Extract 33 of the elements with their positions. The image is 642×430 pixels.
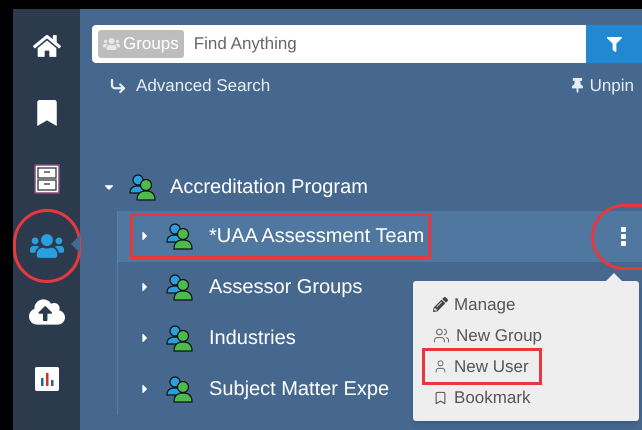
home-icon[interactable]	[32, 33, 60, 59]
menu-item[interactable]: Bookmark	[425, 382, 541, 413]
filter-icon	[606, 36, 622, 52]
pin-icon	[570, 78, 584, 94]
more-options-button[interactable]	[618, 225, 628, 247]
cloud-upload-icon[interactable]	[28, 297, 64, 327]
curved-arrow-icon	[108, 76, 128, 95]
bookmark-icon	[433, 390, 448, 406]
people-icon	[128, 172, 158, 200]
people-icon	[165, 375, 195, 403]
tree-item-label[interactable]: Subject Matter Expe	[209, 374, 390, 404]
people-icon	[433, 327, 450, 344]
advanced-search-link[interactable]: Advanced Search	[108, 73, 270, 98]
selected-row[interactable]: *UAA Assessment Team	[118, 210, 642, 262]
tree-item-label[interactable]: Industries	[209, 323, 296, 353]
unpin-link[interactable]: Unpin	[570, 73, 634, 98]
menu-item[interactable]: New Group	[425, 320, 552, 351]
people-icon	[165, 273, 195, 301]
menu-item[interactable]: Manage	[425, 289, 526, 320]
people-icon	[165, 324, 195, 352]
cabinet-icon[interactable]	[34, 164, 60, 194]
tree-item-label[interactable]: Assessor Groups	[209, 272, 362, 302]
pencil-icon	[433, 297, 448, 312]
bookmark-icon[interactable]	[36, 100, 56, 126]
people-icon	[103, 36, 120, 52]
selection-pointer	[71, 234, 80, 252]
filter-button[interactable]	[586, 25, 642, 63]
people-icon	[165, 222, 195, 250]
search-input[interactable]: Find Anything	[194, 31, 586, 57]
person-icon	[433, 359, 448, 374]
bar-chart-icon[interactable]	[34, 366, 58, 390]
tree-item-label[interactable]: Accreditation Program	[170, 172, 368, 202]
menu-item[interactable]: New User	[425, 351, 539, 382]
